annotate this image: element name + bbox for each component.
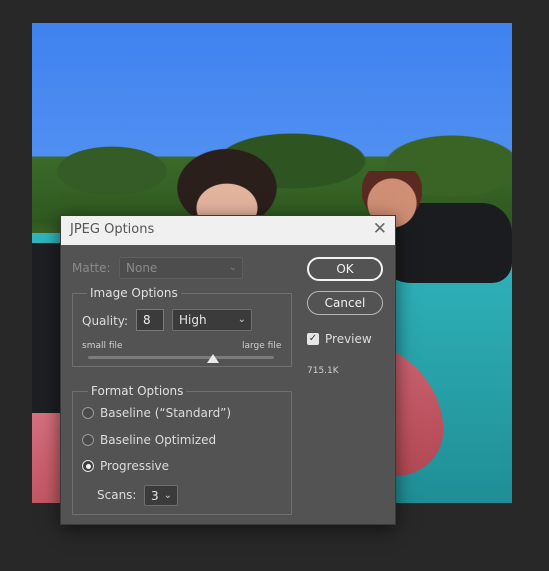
close-icon[interactable]: ✕	[373, 219, 387, 239]
slider-min-label: small file	[82, 341, 123, 351]
quality-input-value: 8	[143, 313, 151, 327]
file-size-readout: 715.1K	[307, 366, 339, 376]
radio-label-baseline-standard: Baseline (“Standard”)	[100, 406, 232, 420]
scans-label: Scans:	[97, 488, 137, 502]
preview-checkbox[interactable]: ✓	[307, 333, 319, 345]
jpeg-options-dialog: JPEG Options ✕ Matte: None ⌄ Image Optio…	[60, 215, 396, 525]
radio-baseline-standard[interactable]	[82, 407, 94, 419]
format-options-legend: Format Options	[88, 384, 187, 398]
ok-button[interactable]: OK	[307, 257, 383, 281]
matte-select[interactable]: None ⌄	[119, 257, 243, 279]
radio-progressive[interactable]	[82, 460, 94, 472]
radio-label-baseline-optimized: Baseline Optimized	[100, 433, 217, 447]
quality-slider-track[interactable]	[88, 356, 274, 359]
cancel-button[interactable]: Cancel	[307, 291, 383, 315]
radio-label-progressive: Progressive	[100, 459, 170, 473]
dialog-titlebar[interactable]: JPEG Options ✕	[61, 216, 395, 245]
chevron-down-icon: ⌄	[237, 314, 246, 325]
checkmark-icon: ✓	[308, 333, 318, 344]
image-options-legend: Image Options	[87, 286, 181, 300]
matte-select-value: None	[126, 261, 158, 275]
slider-max-label: large file	[242, 341, 282, 351]
chevron-down-icon: ⌄	[228, 262, 237, 273]
quality-preset-select[interactable]: High ⌄	[172, 309, 252, 331]
quality-preset-value: High	[179, 313, 207, 327]
radio-baseline-optimized[interactable]	[82, 434, 94, 446]
matte-label: Matte:	[72, 261, 111, 275]
quality-slider-thumb[interactable]	[206, 354, 219, 363]
scans-select[interactable]: 3 ⌄	[144, 485, 178, 506]
preview-label: Preview	[325, 332, 372, 346]
dialog-title: JPEG Options	[70, 222, 155, 237]
scans-select-value: 3	[151, 489, 159, 503]
quality-label: Quality:	[82, 314, 129, 328]
chevron-down-icon: ⌄	[163, 490, 172, 501]
quality-input[interactable]: 8	[136, 309, 164, 331]
